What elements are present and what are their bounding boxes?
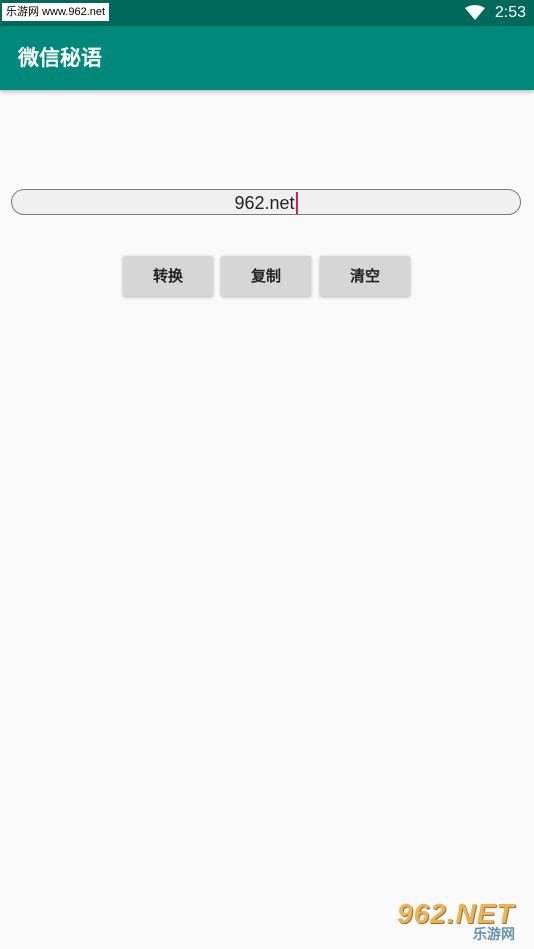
clear-button[interactable]: 清空: [320, 256, 410, 296]
copy-button[interactable]: 复制: [221, 256, 311, 296]
watermark-logo: 962.NET 乐游网: [393, 898, 527, 944]
app-bar: 微信秘语: [0, 26, 534, 90]
clock: 2:53: [494, 4, 526, 21]
status-bar: 乐游网 www.962.net 2:53: [0, 0, 534, 26]
watermark-logo-sub: 乐游网: [473, 927, 515, 943]
status-icons: 2:53: [464, 0, 526, 26]
input-value: 962.net: [234, 193, 295, 213]
message-input[interactable]: 962.net: [11, 189, 521, 215]
text-caret: [295, 191, 298, 214]
convert-button[interactable]: 转换: [123, 256, 213, 296]
app-title: 微信秘语: [18, 46, 102, 70]
watermark-label: 乐游网 www.962.net: [2, 3, 110, 21]
wifi-icon: [464, 5, 485, 20]
